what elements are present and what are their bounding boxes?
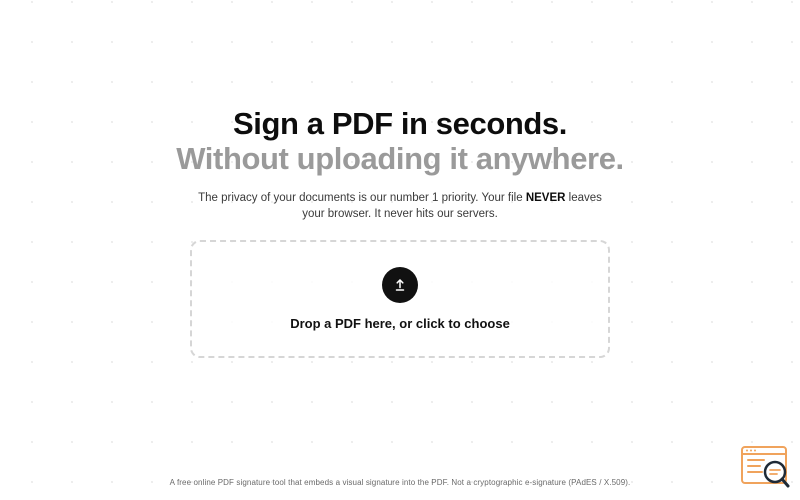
hero-section: Sign a PDF in seconds. Without uploading… <box>0 106 800 222</box>
pdf-dropzone[interactable]: Drop a PDF here, or click to choose <box>190 240 610 358</box>
browser-search-icon <box>741 446 790 488</box>
page-tagline: Without uploading it anywhere. <box>176 141 624 176</box>
subtitle-emphasis: NEVER <box>525 192 566 204</box>
dropzone-label: Drop a PDF here, or click to choose <box>290 316 510 331</box>
page-title: Sign a PDF in seconds. <box>233 106 567 141</box>
browser-search-widget[interactable] <box>740 445 792 491</box>
privacy-subtitle: The privacy of your documents is our num… <box>190 190 610 222</box>
page: Sign a PDF in seconds. Without uploading… <box>0 0 800 500</box>
footer-disclaimer: A free online PDF signature tool that em… <box>169 478 631 487</box>
upload-arrow-icon <box>395 279 405 291</box>
subtitle-text-start: The privacy of your documents is our num… <box>198 192 526 204</box>
upload-button[interactable] <box>382 267 418 303</box>
